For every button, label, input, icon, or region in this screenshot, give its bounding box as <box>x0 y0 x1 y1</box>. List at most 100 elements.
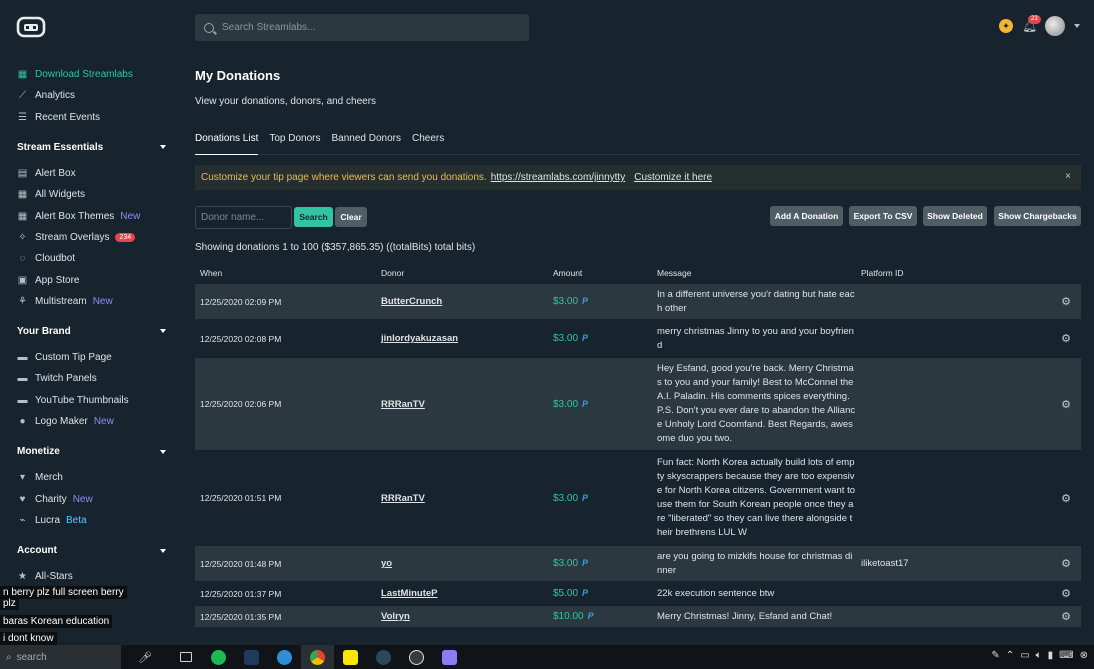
gear-icon[interactable]: ⚙ <box>1051 492 1081 505</box>
gear-icon[interactable]: ⚙ <box>1051 332 1081 345</box>
task-view-icon[interactable] <box>169 645 202 669</box>
donation-amount: $5.00 <box>553 588 579 599</box>
sidebar-item-stream-overlays[interactable]: ✧ Stream Overlays 234 <box>0 227 180 248</box>
donor-link[interactable]: RRRanTV <box>381 493 425 504</box>
sidebar-item-twitch-panels[interactable]: ▬ Twitch Panels <box>0 368 180 389</box>
section-stream-essentials[interactable]: Stream Essentials <box>0 137 180 158</box>
gear-icon[interactable]: ⚙ <box>1051 610 1081 623</box>
chrome-icon[interactable] <box>301 645 334 669</box>
donation-date: 12/25/2020 01:48 PM <box>200 558 282 569</box>
gear-icon[interactable]: ⚙ <box>1051 398 1081 411</box>
gear-icon[interactable]: ⚙ <box>1051 295 1081 308</box>
sidebar-item-recent-events[interactable]: ☰ Recent Events <box>0 107 180 128</box>
sidebar-item-alert-box[interactable]: ▤ Alert Box <box>0 163 180 184</box>
edge-icon[interactable] <box>268 645 301 669</box>
tip-page-link[interactable]: https://streamlabs.com/jinnytty <box>491 172 626 183</box>
gear-icon[interactable]: ⚙ <box>1051 557 1081 570</box>
battery-icon[interactable]: ▮ <box>1048 650 1054 661</box>
tab-donations-list[interactable]: Donations List <box>195 133 259 155</box>
sidebar-nav: ▦ Download Streamlabs ⟋ Analytics ☰ Recent Ev… <box>0 64 180 587</box>
sidebar-item-cloudbot[interactable]: ◌ Cloudbot <box>0 248 180 269</box>
taskbar-search[interactable]: ⌕ search <box>0 645 121 669</box>
sidebar-item-alert-box-themes[interactable]: ▦ Alert Box Themes New <box>0 205 180 226</box>
clear-button[interactable]: Clear <box>335 207 367 227</box>
close-icon[interactable]: ⊗ <box>1080 650 1088 661</box>
gear-icon[interactable]: ⚙ <box>1051 587 1081 600</box>
donor-link[interactable]: Volryn <box>381 611 410 622</box>
sidebar-item-analytics[interactable]: ⟋ Analytics <box>0 85 180 106</box>
tab-banned-donors[interactable]: Banned Donors <box>332 133 402 155</box>
sidebar-item-label: YouTube Thumbnails <box>35 394 129 406</box>
spotify-icon[interactable] <box>202 645 235 669</box>
donor-link[interactable]: ButterCrunch <box>381 296 442 307</box>
platform-id: iliketoast17 <box>861 558 909 569</box>
amount-cell: $10.00 P <box>548 611 652 622</box>
donor-cell: yo <box>376 558 548 569</box>
chevron-down-icon[interactable] <box>1074 24 1080 28</box>
sidebar-item-logo-maker[interactable]: ● Logo Maker New <box>0 411 180 432</box>
show-deleted-button[interactable]: Show Deleted <box>923 206 987 226</box>
sidebar-item-custom-tip-page[interactable]: ▬ Custom Tip Page <box>0 347 180 368</box>
header-actions: ✦ 🔔︎ 23 <box>999 15 1080 36</box>
donor-link[interactable]: LastMinuteP <box>381 588 437 599</box>
sidebar-item-label: Custom Tip Page <box>35 352 112 364</box>
section-your-brand[interactable]: Your Brand <box>0 321 180 342</box>
sidebar-item-lucra[interactable]: ⌁ Lucra Beta <box>0 510 180 531</box>
volume-icon[interactable]: 🔈︎ <box>1036 650 1042 661</box>
donor-link[interactable]: RRRanTV <box>381 399 425 410</box>
tip-page-icon: ▬ <box>17 352 28 364</box>
obs-icon[interactable] <box>400 645 433 669</box>
donation-date: 12/25/2020 01:37 PM <box>200 588 282 599</box>
sidebar-item-all-widgets[interactable]: ▦ All Widgets <box>0 184 180 205</box>
app-icon[interactable] <box>433 645 466 669</box>
donor-name-input[interactable] <box>195 206 292 229</box>
avatar[interactable] <box>1045 16 1065 36</box>
export-csv-button[interactable]: Export To CSV <box>849 206 917 226</box>
steam-icon[interactable] <box>367 645 400 669</box>
column-header: Platform ID <box>861 268 904 278</box>
sidebar-item-label: Logo Maker <box>35 416 88 427</box>
column-header: Message <box>657 268 692 278</box>
table-row: 12/25/2020 02:09 PM ButterCrunch $3.00 P In … <box>195 284 1081 321</box>
add-donation-button[interactable]: Add A Donation <box>770 206 843 226</box>
search-input[interactable] <box>222 22 512 33</box>
section-account[interactable]: Account <box>0 540 180 561</box>
tab-top-donors[interactable]: Top Donors <box>269 133 320 155</box>
sidebar-item-youtube-thumbnails[interactable]: ▬ YouTube Thumbnails <box>0 390 180 411</box>
prime-icon[interactable]: ✦ <box>999 19 1013 33</box>
search-button[interactable]: Search <box>294 207 333 227</box>
list-icon: ☰ <box>18 111 27 123</box>
chevron-down-icon <box>160 449 166 454</box>
donor-link[interactable]: jinlordyakuzasan <box>381 333 458 344</box>
sidebar-item-label: Charity <box>35 493 67 505</box>
section-title: Stream Essentials <box>17 141 104 153</box>
analytics-icon: ⟋ <box>19 90 26 102</box>
customize-link[interactable]: Customize it here <box>634 172 712 183</box>
kakaotalk-icon[interactable] <box>334 645 367 669</box>
pen-icon[interactable]: ✎ <box>991 650 999 661</box>
sidebar-item-download-streamlabs[interactable]: ▦ Download Streamlabs <box>0 64 180 85</box>
page-subtitle: View your donations, donors, and cheers <box>195 96 377 107</box>
tag-badge: New <box>93 416 114 427</box>
streamlabs-logo[interactable] <box>16 14 46 40</box>
bell-icon[interactable]: 🔔︎ 23 <box>1022 15 1041 33</box>
show-chargebacks-button[interactable]: Show Chargebacks <box>994 206 1081 226</box>
sidebar-item-multistream[interactable]: ⚘ Multistream New <box>0 291 180 312</box>
donation-message: In a different universe you'r dating but… <box>657 288 855 314</box>
heart-icon: ♥ <box>19 493 26 505</box>
bell-icon: ▤ <box>17 168 28 180</box>
section-monetize[interactable]: Monetize <box>0 441 180 462</box>
network-icon[interactable]: ▭ <box>1020 650 1029 661</box>
donor-link[interactable]: yo <box>381 558 392 569</box>
app-icon[interactable] <box>235 645 268 669</box>
tab-cheers[interactable]: Cheers <box>412 133 444 155</box>
global-search[interactable] <box>195 14 529 41</box>
sidebar-item-charity[interactable]: ♥ Charity New <box>0 488 180 509</box>
keyboard-icon[interactable]: ⌨ <box>1059 650 1073 661</box>
close-icon[interactable]: × <box>1065 171 1071 182</box>
microphone-icon[interactable]: 🎤︎ <box>121 651 169 664</box>
column-header: Amount <box>553 268 583 278</box>
sidebar-item-merch[interactable]: ▾ Merch <box>0 467 180 488</box>
chevron-up-icon[interactable]: ⌃ <box>1006 650 1014 661</box>
sidebar-item-app-store[interactable]: ▣ App Store <box>0 269 180 290</box>
